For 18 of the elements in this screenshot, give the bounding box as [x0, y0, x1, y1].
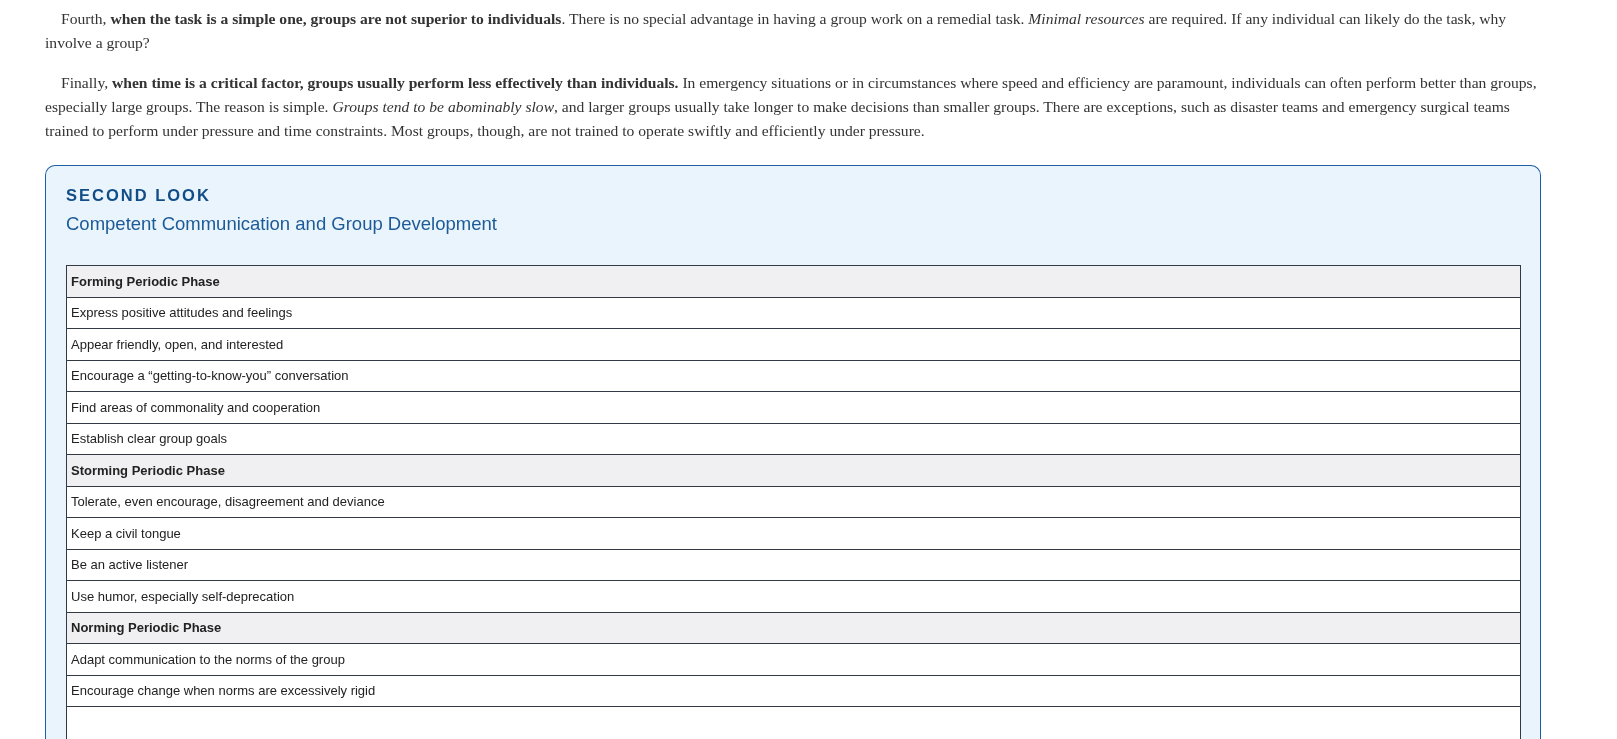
body-paragraph: Finally, when time is a critical factor, groups usually perform less effectively than individuals. In emergency situations or in circumstances where speed and efficiency are paramount, individuals can often perform better than groups, especially large groups. The reason is simple. Groups tend to be abominably slow, and larger groups usually take longer to make decisions than smaller groups. There are exceptions, such as disaster teams and emergency surgical teams trained to perform under pressure and time constraints. Most groups, though, are not trained to operate swiftly and efficiently under pressure.: [45, 73, 1538, 141]
table-cell: Establish clear group goals: [66, 423, 1521, 455]
table-cell: Encourage a “getting-to-know-you” conversation: [66, 360, 1521, 392]
table-cell: Encourage change when norms are excessively rigid: [66, 675, 1521, 707]
box-title: Competent Communication and Group Development: [66, 213, 497, 235]
table-cell: Express positive attitudes and feelings: [66, 297, 1521, 329]
table-cell: Appear friendly, open, and interested: [66, 328, 1521, 360]
table-cell: Find areas of commonality and cooperation: [66, 391, 1521, 423]
phase-header-cell: Norming Periodic Phase: [66, 612, 1521, 644]
table-cell: Adapt communication to the norms of the group: [66, 643, 1521, 675]
box-label: SECOND LOOK: [66, 186, 211, 205]
phase-header-cell: Forming Periodic Phase: [66, 265, 1521, 297]
table-cell: Keep a civil tongue: [66, 517, 1521, 549]
body-paragraph: Fourth, when the task is a simple one, groups are not superior to individuals. There is no special advantage in having a group work on a remedial task. Minimal resources are required. If any individual can likely do the task, why involve a group?: [45, 9, 1508, 53]
phase-header-cell: Storming Periodic Phase: [66, 454, 1521, 486]
table-cell: Tolerate, even encourage, disagreement and deviance: [66, 486, 1521, 518]
table-cell: Use humor, especially self-deprecation: [66, 580, 1521, 612]
table-cell: Be an active listener: [66, 549, 1521, 581]
